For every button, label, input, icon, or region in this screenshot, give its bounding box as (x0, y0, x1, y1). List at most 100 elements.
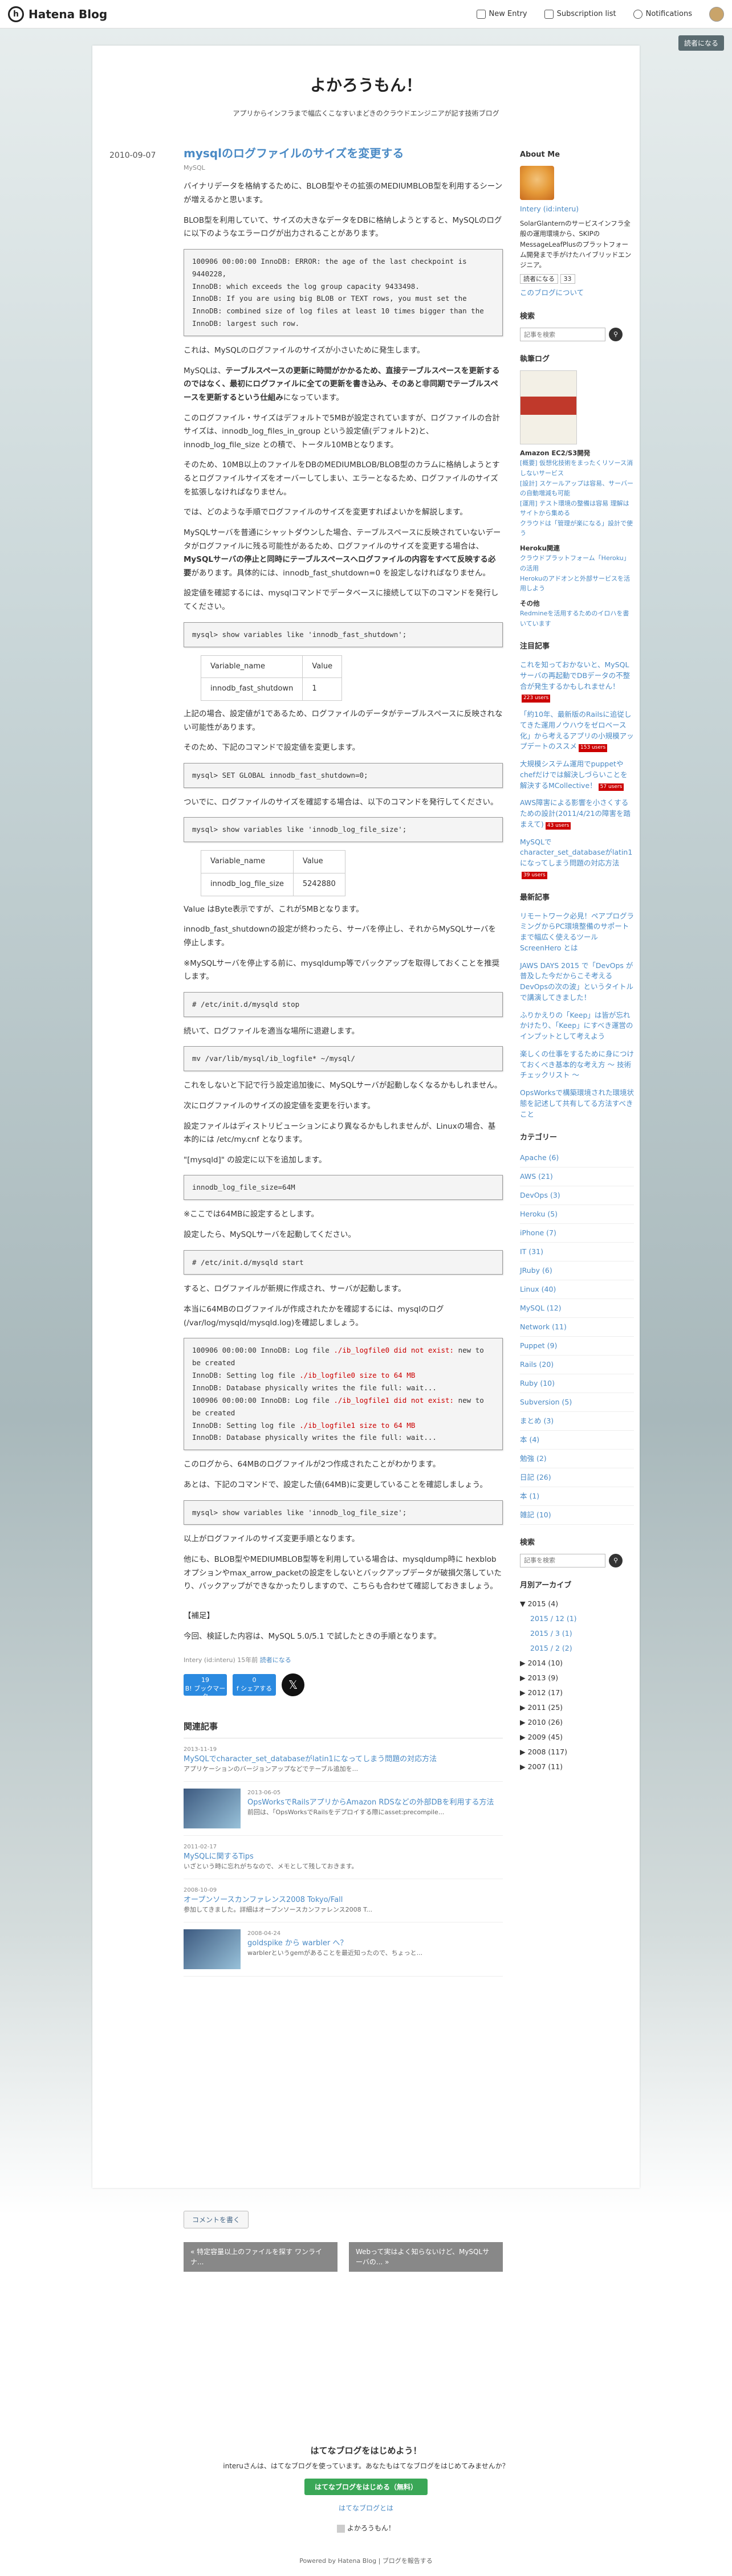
heroku-note[interactable]: クラウドプラットフォーム「Heroku」の活用 (520, 553, 634, 573)
category-item[interactable]: まとめ (3) (520, 1412, 634, 1431)
archive-item[interactable]: 2015 / 12 (1) (520, 1611, 634, 1626)
entry-category[interactable]: MySQL (184, 162, 503, 173)
self-blog-link[interactable]: よかろうもん！ (0, 2523, 732, 2533)
next-entry-link[interactable]: Webって実はよく知らないけど、MySQLサーバの... » (349, 2242, 503, 2272)
table-header: Value (292, 850, 345, 873)
category-item[interactable]: Linux (40) (520, 1280, 634, 1300)
related-title[interactable]: MySQLでcharacter_set_databaseがlatin1になってし… (184, 1754, 503, 1765)
featured-entry[interactable]: 大規模システム運用でpuppetやchefだけでは解決しづらいことを解決するMC… (520, 759, 634, 791)
category-item[interactable]: AWS (21) (520, 1167, 634, 1187)
archive-item[interactable]: ▶ 2011 (25) (520, 1700, 634, 1715)
category-item[interactable]: 雑記 (10) (520, 1506, 634, 1525)
related-title[interactable]: MySQLに関するTips (184, 1851, 503, 1863)
recent-entry[interactable]: JAWS DAYS 2015 で「DevOps が普及した今だからこそ考えるDe… (520, 961, 634, 1003)
featured-entry[interactable]: 「約10年、最新版のRailsに追従してきた運用ノウハウをゼロベース化」から考え… (520, 709, 634, 752)
prev-entry-link[interactable]: « 特定容量以上のファイルを探す ワンライナ... (184, 2242, 337, 2272)
subscribe-button[interactable]: 読者になる (678, 35, 724, 51)
blog-title[interactable]: よかろうもん！ (92, 73, 640, 96)
entry-author-time[interactable]: Intery (id:interu) 15年前 (184, 1656, 258, 1664)
entry-title[interactable]: mysqlのログファイルのサイズを変更する (184, 145, 503, 161)
category-item[interactable]: DevOps (3) (520, 1186, 634, 1206)
book-note[interactable]: [運用] テスト環境の整備は容易 理解はサイトから集める (520, 499, 634, 519)
archive-item[interactable]: ▶ 2012 (17) (520, 1685, 634, 1700)
category-item[interactable]: Network (11) (520, 1318, 634, 1337)
category-item[interactable]: 勉強 (2) (520, 1450, 634, 1469)
archive-item[interactable]: ▼ 2015 (4) (520, 1597, 634, 1611)
archive-item[interactable]: ▶ 2008 (117) (520, 1745, 634, 1759)
related-entry[interactable]: 2013-11-19 MySQLでcharacter_set_databaseがl… (184, 1738, 503, 1782)
profile-image[interactable] (520, 165, 554, 200)
bookmark-badge: 223 users (522, 695, 551, 703)
archive-item[interactable]: ▶ 2009 (45) (520, 1730, 634, 1745)
related-title[interactable]: オープンソースカンファレンス2008 Tokyo/Fall (184, 1895, 503, 1906)
about-blog-link[interactable]: このブログについて (520, 287, 634, 299)
category-item[interactable]: MySQL (12) (520, 1299, 634, 1318)
code-block: mysql> show variables like 'innodb_log_f… (184, 1500, 503, 1525)
write-comment-button[interactable]: コメントを書く (184, 2211, 249, 2228)
book-title[interactable]: Amazon EC2/S3開発 (520, 448, 634, 458)
related-entry[interactable]: 2008-04-24 goldspike から warbler へ？ warbler… (184, 1922, 503, 1977)
related-title[interactable]: goldspike から warbler へ？ (247, 1938, 422, 1949)
recent-entry[interactable]: ふりかえりの「Keep」は皆が忘れかけたり、「Keep」にすべき運営のインプット… (520, 1010, 634, 1042)
archive-item[interactable]: ▶ 2007 (11) (520, 1759, 634, 1774)
archive-item[interactable]: 2015 / 3 (1) (520, 1626, 634, 1641)
book-note[interactable]: クラウドは「管理が楽になる」設計で使う (520, 519, 634, 538)
hatena-bookmark-button[interactable]: 19 B! ブックマーク (184, 1674, 227, 1700)
profile-name[interactable]: Intery (id:interu) (520, 203, 634, 215)
search-icon[interactable]: ⚲ (609, 1553, 623, 1567)
search-input[interactable] (520, 328, 605, 342)
related-entry[interactable]: 2013-06-05 OpsWorksでRailsアプリからAmazon RDSな… (184, 1782, 503, 1836)
other-note[interactable]: Redmineを活用するためのイロハを書いています (520, 609, 634, 628)
notifications-link[interactable]: Notifications (633, 9, 692, 19)
hatena-blog-logo[interactable]: h Hatena Blog (8, 6, 107, 22)
recent-entry[interactable]: OpsWorksで構築環境された環境状態を記述して共有してる方法すべきこと (520, 1088, 634, 1120)
category-item[interactable]: IT (31) (520, 1243, 634, 1262)
subscribe-link[interactable]: 読者になる (260, 1656, 291, 1664)
recent-entry[interactable]: 楽しくの仕事をするために身につけておくべき基本的な考え方 〜 技術チェックリスト… (520, 1049, 634, 1081)
category-item[interactable]: Subversion (5) (520, 1393, 634, 1412)
hatena-promo: はてなブログをはじめよう！ interuさんは、はてなブログを使っています。あな… (0, 2444, 732, 2533)
related-entry[interactable]: 2011-02-17 MySQLに関するTips いざという時に忘れがちなので、メモ… (184, 1836, 503, 1879)
start-blog-button[interactable]: はてなブログをはじめる（無料） (304, 2479, 428, 2495)
subscription-list-link[interactable]: Subscription list (544, 9, 616, 19)
code-block: # /etc/init.d/mysqld start (184, 1250, 503, 1275)
about-hatena-link[interactable]: はてなブログとは (0, 2503, 732, 2513)
featured-title: これを知っておかないと、MySQLサーバの再起動でDBデータの不整合が発生するか… (520, 660, 631, 691)
user-avatar[interactable] (709, 6, 724, 22)
heroku-note[interactable]: Herokuのアドオンと外部サービスを活用しよう (520, 574, 634, 594)
featured-entry[interactable]: MySQLでcharacter_set_databaseがlatin1になってし… (520, 837, 634, 880)
reader-button[interactable]: 読者になる 33 (520, 273, 634, 284)
related-title[interactable]: OpsWorksでRailsアプリからAmazon RDSなどの外部DBを利用す… (247, 1797, 494, 1808)
book-cover-image[interactable] (520, 370, 577, 444)
category-item[interactable]: Puppet (9) (520, 1337, 634, 1356)
search-icon[interactable]: ⚲ (609, 328, 623, 342)
category-item[interactable]: Ruby (10) (520, 1374, 634, 1394)
related-entry[interactable]: 2008-10-09 オープンソースカンファレンス2008 Tokyo/Fall 参… (184, 1879, 503, 1922)
category-item[interactable]: 日記 (26) (520, 1468, 634, 1488)
archive-item[interactable]: 2015 / 2 (2) (520, 1641, 634, 1656)
x-share-icon[interactable]: 𝕏 (282, 1673, 304, 1697)
facebook-share-button[interactable]: 0f シェアする (233, 1674, 276, 1696)
reader-count: 33 (560, 273, 575, 284)
book-note[interactable]: [概要] 仮想化技術をまったくリソース消しないサービス (520, 458, 634, 478)
category-item[interactable]: iPhone (7) (520, 1224, 634, 1243)
archive-item[interactable]: ▶ 2013 (9) (520, 1671, 634, 1685)
category-item[interactable]: 本 (1) (520, 1487, 634, 1507)
featured-entry[interactable]: AWS障害による影響を小さくするための設計(2011/4/21の障害を踏まえて)… (520, 798, 634, 830)
new-entry-link[interactable]: New Entry (476, 9, 527, 19)
related-thumbnail[interactable] (184, 1788, 241, 1828)
archive-item[interactable]: ▶ 2010 (26) (520, 1715, 634, 1730)
recent-entry[interactable]: リモートワーク必見！ペアプログラミングからPC環境整備のサポートまで幅広く使える… (520, 911, 634, 954)
footer-credit[interactable]: Powered by Hatena Blog | ブログを報告する (0, 2556, 732, 2565)
related-thumbnail[interactable] (184, 1929, 241, 1969)
search-input-2[interactable] (520, 1553, 605, 1567)
category-item[interactable]: 本 (4) (520, 1431, 634, 1450)
category-item[interactable]: Rails (20) (520, 1356, 634, 1375)
category-item[interactable]: JRuby (6) (520, 1262, 634, 1281)
book-note[interactable]: [設計] スケールアップは容易、サーバーの自動増減も可能 (520, 479, 634, 499)
archive-item[interactable]: ▶ 2014 (10) (520, 1656, 634, 1671)
featured-entry[interactable]: これを知っておかないと、MySQLサーバの再起動でDBデータの不整合が発生するか… (520, 660, 634, 703)
category-item[interactable]: Apache (6) (520, 1149, 634, 1168)
category-item[interactable]: Heroku (5) (520, 1205, 634, 1224)
entry-date[interactable]: 2010-09-07 (109, 151, 156, 160)
